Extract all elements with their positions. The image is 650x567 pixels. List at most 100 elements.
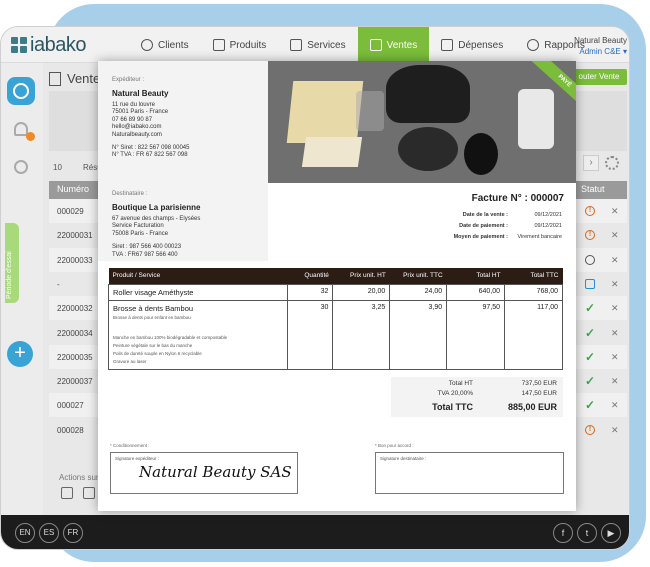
line-total-ht: 640,00	[446, 283, 506, 301]
sale-number[interactable]: 22000031	[57, 231, 93, 240]
account-menu[interactable]: Natural Beauty Admin C&E ▾	[574, 35, 627, 57]
buyer-siret: Siret : 987 566 400 00023	[112, 244, 182, 251]
total-key: TVA 20,00%	[437, 390, 473, 397]
logo-text: iabako	[30, 33, 86, 56]
app-logo[interactable]: iabako	[11, 34, 86, 56]
sale-number[interactable]: -	[57, 280, 60, 289]
status-clock-icon[interactable]	[585, 254, 595, 265]
buyer-signature-label: Signature destinataire :	[380, 456, 427, 461]
delete-icon[interactable]: ✕	[611, 352, 619, 363]
seller-siret: N° Siret : 822 567 098 00045	[112, 145, 190, 152]
history-button[interactable]	[7, 153, 35, 181]
receipt-icon	[441, 39, 454, 51]
seller-website: Naturalbeauty.com	[112, 131, 162, 138]
line-qty: 30	[287, 299, 334, 370]
nav-ventes[interactable]: Ventes	[357, 27, 430, 63]
language-es[interactable]: ES	[39, 523, 59, 543]
facebook-icon[interactable]: f	[553, 523, 573, 543]
line-total-ttc: 117,00	[504, 299, 563, 370]
invoice-line: Roller visage Améthyste 32 20,00 24,00 6…	[107, 283, 563, 301]
nav-produits[interactable]: Produits	[201, 27, 279, 63]
seller-address-line: 75001 Paris - France	[112, 109, 169, 116]
status-edit-icon[interactable]	[585, 278, 595, 289]
column-header-number[interactable]: Numéro	[57, 184, 89, 194]
sale-number[interactable]: 22000037	[57, 377, 93, 386]
invoice-preview: Expéditeur : Natural Beauty 11 rue du lo…	[98, 61, 576, 511]
line-total-ht: 97,50	[446, 299, 506, 370]
delete-icon[interactable]: ✕	[611, 230, 619, 241]
add-button[interactable]: +	[7, 341, 33, 367]
product-name: Brosse à dents Bambou	[113, 303, 194, 313]
seller-block: Expéditeur : Natural Beauty 11 rue du lo…	[98, 61, 268, 183]
totals-block: Total HT 737,50 EUR TVA 20,00% 147,50 EUR …	[391, 377, 563, 417]
language-fr[interactable]: FR	[63, 523, 83, 543]
description-line: Manche en bambou 100% biodégradable et c…	[113, 334, 228, 340]
status-check-icon[interactable]: ✓	[585, 327, 595, 339]
export-icon[interactable]	[61, 487, 73, 499]
sale-number[interactable]: 000028	[57, 426, 84, 435]
status-check-icon[interactable]: ✓	[585, 302, 595, 314]
delete-icon[interactable]: ✕	[611, 328, 619, 339]
line-unit-ht: 3,25	[332, 299, 391, 370]
delete-icon[interactable]: ✕	[611, 255, 619, 266]
language-en[interactable]: EN	[15, 523, 35, 543]
status-check-icon[interactable]: ✓	[585, 351, 595, 363]
meta-value: Virement bancaire	[517, 234, 562, 240]
status-warning-icon[interactable]: !	[585, 206, 595, 216]
user-icon	[141, 39, 153, 51]
sale-number[interactable]: 000029	[57, 207, 84, 216]
buyer-signature-box: Signature destinataire :	[375, 452, 564, 494]
product-subtitle: Brosse à dents pour enfant en bambou	[113, 314, 191, 320]
nav-label: Services	[307, 39, 346, 51]
delete-icon[interactable]: ✕	[611, 400, 619, 411]
delete-icon[interactable]: ✕	[611, 303, 619, 314]
status-warning-icon[interactable]: !	[585, 230, 595, 241]
buyer-address-line: 75008 Paris - France	[112, 230, 169, 237]
status-warning-icon[interactable]: !	[585, 424, 595, 435]
twitter-icon[interactable]: t	[577, 523, 597, 543]
buyer-block: Destinataire : Boutique La parisienne 67…	[98, 183, 268, 261]
sale-number[interactable]: 22000035	[57, 353, 93, 362]
buyer-label: Destinataire :	[112, 191, 148, 197]
sale-number[interactable]: 22000034	[57, 329, 93, 338]
status-check-icon[interactable]: ✓	[585, 375, 595, 387]
footer-bar: EN ES FR f t ▶	[1, 515, 629, 549]
chevron-down-icon: ▾	[622, 47, 627, 56]
col-quantity: Quantité	[287, 268, 333, 284]
delete-icon[interactable]: ✕	[611, 279, 619, 290]
product-name: Roller visage Améthyste	[113, 287, 194, 297]
sale-number[interactable]: 22000033	[57, 256, 93, 265]
nav-services[interactable]: Services	[278, 27, 357, 63]
logo-grid-icon	[11, 37, 27, 53]
agreement-label: * Bon pour accord :	[375, 443, 414, 448]
menu-icon	[13, 83, 29, 99]
delete-icon[interactable]: ✕	[611, 206, 619, 217]
youtube-icon[interactable]: ▶	[601, 523, 621, 543]
meta-key: Date de paiement :	[459, 223, 508, 229]
status-check-icon[interactable]: ✓	[585, 399, 595, 411]
delete-icon[interactable]: ✕	[611, 376, 619, 387]
nav-depenses[interactable]: Dépenses	[429, 27, 515, 63]
buyer-address-line: Service Facturation	[112, 223, 164, 230]
nav-clients[interactable]: Clients	[129, 27, 201, 63]
add-sale-button[interactable]: outer Vente	[571, 69, 627, 85]
column-header-status[interactable]: Statut	[581, 184, 605, 194]
meta-key: Moyen de paiement :	[453, 234, 508, 240]
sale-number[interactable]: 000027	[57, 401, 84, 410]
settings-gear-icon[interactable]	[605, 156, 619, 170]
notifications-button[interactable]	[7, 115, 35, 143]
menu-button[interactable]	[7, 77, 35, 105]
page-size-select[interactable]: 10	[53, 163, 62, 172]
pdf-icon[interactable]	[83, 487, 95, 499]
document-icon	[49, 71, 61, 86]
col-product: Produit / Service	[108, 268, 288, 284]
sale-number[interactable]: 22000032	[57, 304, 93, 313]
seller-signature: Natural Beauty SAS	[139, 463, 292, 481]
left-rail: Période d'essai +	[1, 63, 43, 515]
meta-value: 09/12/2021	[534, 223, 562, 229]
delete-icon[interactable]: ✕	[611, 425, 619, 436]
buyer-address-line: 67 avenue des champs - Elysées	[112, 216, 201, 222]
trial-period-tab[interactable]: Période d'essai	[5, 223, 19, 303]
invoice-line: Brosse à dents Bambou Brosse à dents pou…	[107, 299, 563, 370]
next-page-button[interactable]: ›	[583, 155, 599, 171]
